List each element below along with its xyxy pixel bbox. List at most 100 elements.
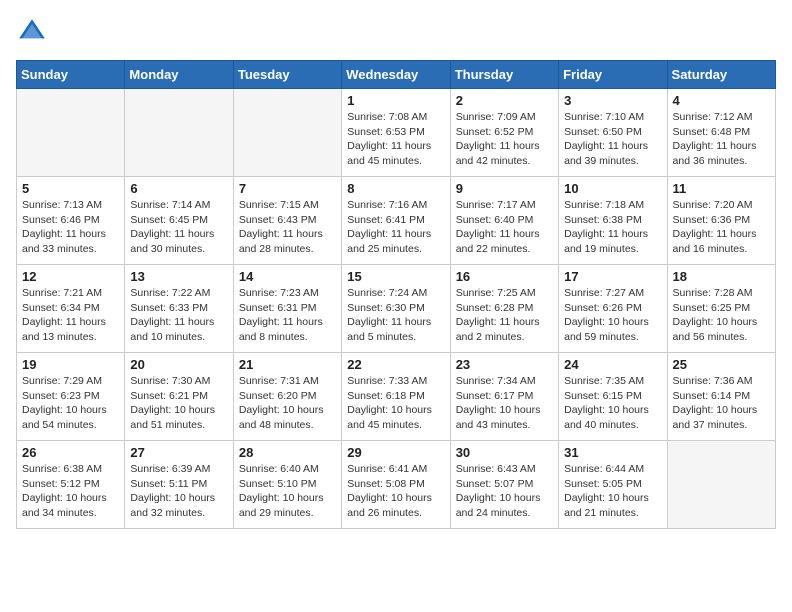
calendar-week-2: 5 Sunrise: 7:13 AM Sunset: 6:46 PM Daylig… [17, 177, 776, 265]
calendar-cell: 5 Sunrise: 7:13 AM Sunset: 6:46 PM Daylig… [17, 177, 125, 265]
day-info: Sunrise: 7:20 AM Sunset: 6:36 PM Dayligh… [673, 198, 770, 257]
day-number: 26 [22, 445, 119, 460]
day-info: Sunrise: 6:40 AM Sunset: 5:10 PM Dayligh… [239, 462, 336, 521]
calendar-cell: 6 Sunrise: 7:14 AM Sunset: 6:45 PM Daylig… [125, 177, 233, 265]
day-info: Sunrise: 7:22 AM Sunset: 6:33 PM Dayligh… [130, 286, 227, 345]
day-info: Sunrise: 7:14 AM Sunset: 6:45 PM Dayligh… [130, 198, 227, 257]
calendar-week-1: 1 Sunrise: 7:08 AM Sunset: 6:53 PM Daylig… [17, 89, 776, 177]
calendar-cell: 14 Sunrise: 7:23 AM Sunset: 6:31 PM Dayli… [233, 265, 341, 353]
day-info: Sunrise: 7:33 AM Sunset: 6:18 PM Dayligh… [347, 374, 444, 433]
calendar-cell: 22 Sunrise: 7:33 AM Sunset: 6:18 PM Dayli… [342, 353, 450, 441]
day-info: Sunrise: 7:23 AM Sunset: 6:31 PM Dayligh… [239, 286, 336, 345]
day-header-sunday: Sunday [17, 61, 125, 89]
day-info: Sunrise: 7:17 AM Sunset: 6:40 PM Dayligh… [456, 198, 553, 257]
calendar-cell [125, 89, 233, 177]
calendar-cell: 28 Sunrise: 6:40 AM Sunset: 5:10 PM Dayli… [233, 441, 341, 529]
day-number: 10 [564, 181, 661, 196]
day-info: Sunrise: 7:24 AM Sunset: 6:30 PM Dayligh… [347, 286, 444, 345]
calendar-week-4: 19 Sunrise: 7:29 AM Sunset: 6:23 PM Dayli… [17, 353, 776, 441]
day-info: Sunrise: 7:35 AM Sunset: 6:15 PM Dayligh… [564, 374, 661, 433]
day-number: 22 [347, 357, 444, 372]
day-number: 28 [239, 445, 336, 460]
calendar-cell: 31 Sunrise: 6:44 AM Sunset: 5:05 PM Dayli… [559, 441, 667, 529]
page-header [16, 16, 776, 48]
day-number: 23 [456, 357, 553, 372]
calendar-cell: 29Sunrise: 6:41 AM Sunset: 5:08 PM Dayli… [342, 441, 450, 529]
day-number: 24 [564, 357, 661, 372]
day-info: Sunrise: 6:44 AM Sunset: 5:05 PM Dayligh… [564, 462, 661, 521]
day-number: 3 [564, 93, 661, 108]
calendar-cell: 1 Sunrise: 7:08 AM Sunset: 6:53 PM Daylig… [342, 89, 450, 177]
calendar-cell: 15 Sunrise: 7:24 AM Sunset: 6:30 PM Dayli… [342, 265, 450, 353]
day-info: Sunrise: 6:38 AM Sunset: 5:12 PM Dayligh… [22, 462, 119, 521]
day-info: Sunrise: 7:25 AM Sunset: 6:28 PM Dayligh… [456, 286, 553, 345]
day-number: 14 [239, 269, 336, 284]
day-number: 31 [564, 445, 661, 460]
day-number: 2 [456, 93, 553, 108]
day-info: Sunrise: 7:31 AM Sunset: 6:20 PM Dayligh… [239, 374, 336, 433]
calendar-cell: 8 Sunrise: 7:16 AM Sunset: 6:41 PM Daylig… [342, 177, 450, 265]
calendar-week-5: 26 Sunrise: 6:38 AM Sunset: 5:12 PM Dayli… [17, 441, 776, 529]
day-number: 9 [456, 181, 553, 196]
day-info: Sunrise: 7:15 AM Sunset: 6:43 PM Dayligh… [239, 198, 336, 257]
calendar-cell: 24 Sunrise: 7:35 AM Sunset: 6:15 PM Dayli… [559, 353, 667, 441]
day-info: Sunrise: 7:09 AM Sunset: 6:52 PM Dayligh… [456, 110, 553, 169]
day-info: Sunrise: 7:29 AM Sunset: 6:23 PM Dayligh… [22, 374, 119, 433]
calendar-header-row: SundayMondayTuesdayWednesdayThursdayFrid… [17, 61, 776, 89]
calendar-cell [233, 89, 341, 177]
day-number: 11 [673, 181, 770, 196]
day-number: 16 [456, 269, 553, 284]
logo [16, 16, 52, 48]
calendar-cell: 10 Sunrise: 7:18 AM Sunset: 6:38 PM Dayli… [559, 177, 667, 265]
day-number: 30 [456, 445, 553, 460]
day-header-monday: Monday [125, 61, 233, 89]
day-header-saturday: Saturday [667, 61, 775, 89]
day-number: 19 [22, 357, 119, 372]
calendar-week-3: 12Sunrise: 7:21 AM Sunset: 6:34 PM Dayli… [17, 265, 776, 353]
day-info: Sunrise: 7:08 AM Sunset: 6:53 PM Dayligh… [347, 110, 444, 169]
day-info: Sunrise: 7:10 AM Sunset: 6:50 PM Dayligh… [564, 110, 661, 169]
day-number: 7 [239, 181, 336, 196]
day-info: Sunrise: 7:13 AM Sunset: 6:46 PM Dayligh… [22, 198, 119, 257]
calendar-cell: 19 Sunrise: 7:29 AM Sunset: 6:23 PM Dayli… [17, 353, 125, 441]
day-info: Sunrise: 6:39 AM Sunset: 5:11 PM Dayligh… [130, 462, 227, 521]
calendar-cell: 30 Sunrise: 6:43 AM Sunset: 5:07 PM Dayli… [450, 441, 558, 529]
calendar-cell: 18Sunrise: 7:28 AM Sunset: 6:25 PM Dayli… [667, 265, 775, 353]
calendar-cell: 21 Sunrise: 7:31 AM Sunset: 6:20 PM Dayli… [233, 353, 341, 441]
day-info: Sunrise: 6:43 AM Sunset: 5:07 PM Dayligh… [456, 462, 553, 521]
day-header-tuesday: Tuesday [233, 61, 341, 89]
day-info: Sunrise: 7:28 AM Sunset: 6:25 PM Dayligh… [673, 286, 770, 345]
day-number: 8 [347, 181, 444, 196]
day-number: 21 [239, 357, 336, 372]
day-header-friday: Friday [559, 61, 667, 89]
day-number: 29 [347, 445, 444, 460]
calendar-cell: 12Sunrise: 7:21 AM Sunset: 6:34 PM Dayli… [17, 265, 125, 353]
calendar-cell: 4Sunrise: 7:12 AM Sunset: 6:48 PM Daylig… [667, 89, 775, 177]
day-number: 6 [130, 181, 227, 196]
calendar-cell: 20 Sunrise: 7:30 AM Sunset: 6:21 PM Dayli… [125, 353, 233, 441]
day-number: 5 [22, 181, 119, 196]
day-number: 20 [130, 357, 227, 372]
day-info: Sunrise: 7:34 AM Sunset: 6:17 PM Dayligh… [456, 374, 553, 433]
calendar-cell [17, 89, 125, 177]
logo-icon [16, 16, 48, 48]
calendar-cell: 16 Sunrise: 7:25 AM Sunset: 6:28 PM Dayli… [450, 265, 558, 353]
day-number: 25 [673, 357, 770, 372]
day-info: Sunrise: 7:18 AM Sunset: 6:38 PM Dayligh… [564, 198, 661, 257]
day-header-thursday: Thursday [450, 61, 558, 89]
day-info: Sunrise: 7:16 AM Sunset: 6:41 PM Dayligh… [347, 198, 444, 257]
calendar-cell: 9 Sunrise: 7:17 AM Sunset: 6:40 PM Daylig… [450, 177, 558, 265]
day-number: 15 [347, 269, 444, 284]
day-info: Sunrise: 7:30 AM Sunset: 6:21 PM Dayligh… [130, 374, 227, 433]
calendar-cell: 26 Sunrise: 6:38 AM Sunset: 5:12 PM Dayli… [17, 441, 125, 529]
calendar-cell: 3 Sunrise: 7:10 AM Sunset: 6:50 PM Daylig… [559, 89, 667, 177]
day-number: 1 [347, 93, 444, 108]
day-number: 27 [130, 445, 227, 460]
calendar-cell [667, 441, 775, 529]
calendar-cell: 7 Sunrise: 7:15 AM Sunset: 6:43 PM Daylig… [233, 177, 341, 265]
calendar-cell: 17Sunrise: 7:27 AM Sunset: 6:26 PM Dayli… [559, 265, 667, 353]
calendar-cell: 11 Sunrise: 7:20 AM Sunset: 6:36 PM Dayli… [667, 177, 775, 265]
day-info: Sunrise: 7:36 AM Sunset: 6:14 PM Dayligh… [673, 374, 770, 433]
day-number: 12 [22, 269, 119, 284]
calendar-table: SundayMondayTuesdayWednesdayThursdayFrid… [16, 60, 776, 529]
